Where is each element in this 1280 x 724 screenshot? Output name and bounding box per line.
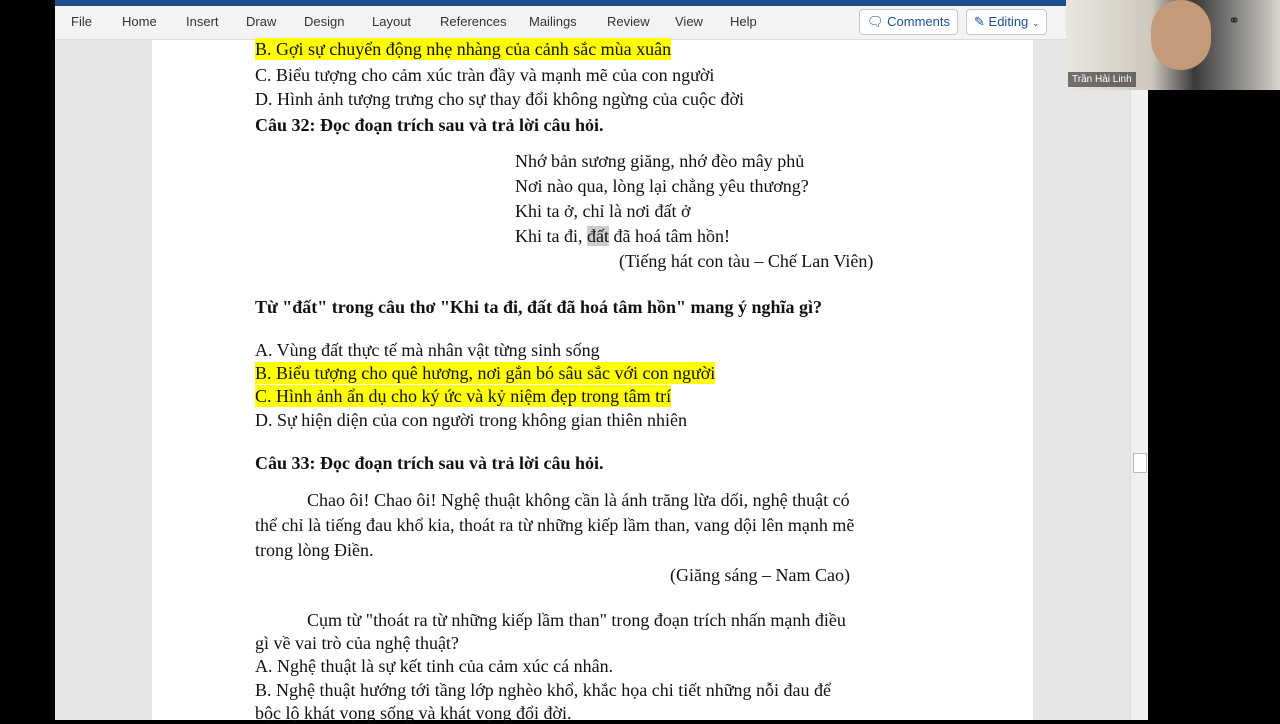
q33-passage-line: thể chỉ là tiếng đau khổ kia, thoát ra t… [255, 515, 855, 535]
tab-design[interactable]: Design [304, 14, 344, 29]
word-window: File Home Insert Draw Design Layout Refe… [55, 0, 1148, 723]
q31-option-d: D. Hình ảnh tượng trưng cho sự thay đổi … [255, 89, 744, 109]
q33-passage-line: trong lòng Điền. [255, 540, 374, 560]
q33-question-line: Cụm từ "thoát ra từ những kiếp lầm than"… [307, 610, 846, 630]
poem-line: Nhớ bản sương giăng, nhớ đèo mây phủ [515, 151, 805, 171]
q33-source: (Giăng sáng – Nam Cao) [670, 565, 850, 585]
q32-option-a: A. Vùng đất thực tế mà nhân vật từng sin… [255, 340, 600, 360]
poem-text: đã hoá tâm hồn! [609, 226, 730, 246]
document-page[interactable]: B. Gợi sự chuyển động nhẹ nhàng của cảnh… [152, 38, 1033, 723]
editing-mode-button[interactable]: ✎ Editing ⌄ [966, 9, 1048, 35]
q32-title: Câu 32: Đọc đoạn trích sau và trả lời câ… [255, 115, 604, 135]
participant-name: Trần Hải Linh [1068, 72, 1136, 87]
scrollbar-thumb[interactable] [1133, 453, 1147, 473]
q33-title: Câu 33: Đọc đoạn trích sau và trả lời câ… [255, 453, 604, 473]
tab-mailings[interactable]: Mailings [529, 14, 577, 29]
selected-word[interactable]: đất [587, 226, 609, 246]
ribbon-tabs: File Home Insert Draw Design Layout Refe… [55, 6, 1148, 40]
q32-option-c: C. Hình ảnh ẩn dụ cho ký ức và kỷ niệm đ… [255, 385, 672, 407]
q32-option-b: B. Biểu tượng cho quê hương, nơi gắn bó … [255, 362, 716, 384]
tab-file[interactable]: File [71, 14, 92, 29]
poem-line: Nơi nào qua, lòng lại chẳng yêu thương? [515, 176, 809, 196]
tab-insert[interactable]: Insert [186, 14, 219, 29]
webcam-overlay: ⚭ Trần Hải Linh [1066, 0, 1280, 90]
comments-button[interactable]: 🗨 Comments [859, 9, 958, 35]
q33-passage-line: Chao ôi! Chao ôi! Nghệ thuật không cần l… [307, 490, 850, 510]
tab-view[interactable]: View [675, 14, 703, 29]
link-icon[interactable]: ⚭ [1228, 12, 1240, 29]
q32-option-d: D. Sự hiện diện của con người trong khôn… [255, 410, 687, 430]
poem-source: (Tiếng hát con tàu – Chế Lan Viên) [619, 251, 874, 271]
vertical-scrollbar[interactable] [1130, 40, 1148, 720]
chevron-down-icon: ⌄ [1031, 18, 1040, 28]
tab-help[interactable]: Help [730, 14, 757, 29]
poem-line: Khi ta đi, đất đã hoá tâm hồn! [515, 225, 730, 247]
tab-draw[interactable]: Draw [246, 14, 276, 29]
tab-review[interactable]: Review [607, 14, 650, 29]
q33-option-a: A. Nghệ thuật là sự kết tinh của cảm xúc… [255, 656, 614, 676]
q32-question: Từ "đất" trong câu thơ "Khi ta đi, đất đ… [255, 297, 823, 317]
q33-option-b: B. Nghệ thuật hướng tới tầng lớp nghèo k… [255, 680, 831, 700]
q31-option-b: B. Gợi sự chuyển động nhẹ nhàng của cảnh… [255, 38, 672, 60]
tab-layout[interactable]: Layout [372, 14, 411, 29]
comment-icon: 🗨 [867, 14, 884, 29]
q33-question-line: gì về vai trò của nghệ thuật? [255, 633, 459, 653]
presenter-video [1151, 0, 1211, 70]
poem-text: Khi ta đi, [515, 226, 587, 246]
poem-line: Khi ta ở, chỉ là nơi đất ở [515, 201, 691, 221]
comments-label: Comments [887, 14, 950, 29]
pencil-icon: ✎ [974, 14, 985, 29]
tab-home[interactable]: Home [122, 14, 157, 29]
q31-option-c: C. Biểu tượng cho cảm xúc tràn đầy và mạ… [255, 65, 715, 85]
q33-option-b: bộc lộ khát vọng sống và khát vọng đổi đ… [255, 703, 572, 723]
tab-references[interactable]: References [440, 14, 506, 29]
editing-label: Editing [988, 14, 1029, 29]
